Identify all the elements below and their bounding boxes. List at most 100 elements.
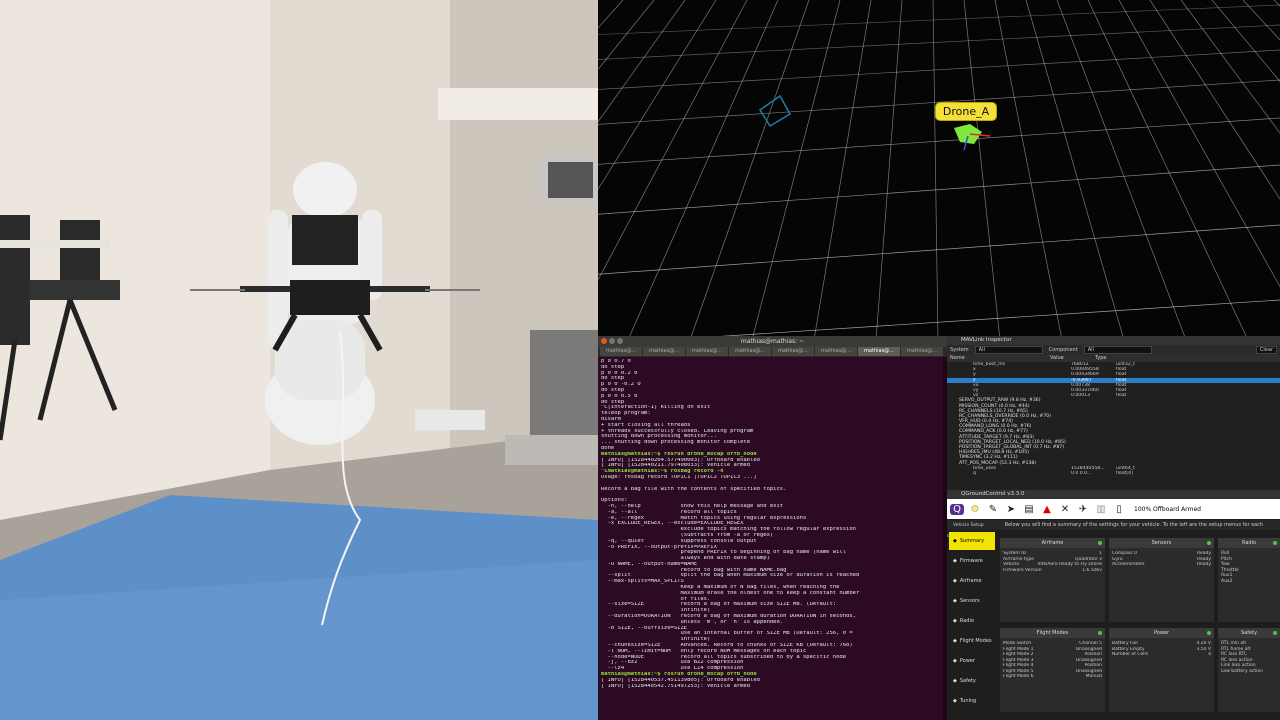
drone-label: Drone_A	[935, 102, 997, 121]
fly-icon[interactable]: ➤	[1004, 504, 1018, 515]
minimize-icon[interactable]	[609, 338, 615, 344]
status-ok-icon	[1098, 631, 1102, 635]
terminal-tab[interactable]: mathias@...	[901, 347, 943, 356]
close-icon[interactable]	[601, 338, 607, 344]
terminal-tab[interactable]: mathias@...	[772, 347, 814, 356]
terminal-window[interactable]: mathias@mathias: ~ mathias@... mathias@..…	[598, 336, 947, 720]
gears-icon[interactable]: ⚙	[968, 504, 982, 515]
firmware-icon: ◆	[953, 558, 957, 564]
analyze-icon[interactable]: ▤	[1022, 504, 1036, 515]
sidebar-item-airframe[interactable]: ◆ Airframe	[949, 572, 995, 590]
card-sensors[interactable]: Sensors Compass 0 Ready Gyro Ready Accelerome…	[1109, 538, 1214, 622]
card-row-value: 1.6.5dev	[1082, 567, 1102, 573]
lab-room-image	[0, 0, 598, 720]
inspector-bottom-fields: time_usec 1528440558... uint64_t q 0.0 0.0..…	[947, 466, 1280, 476]
field-type: float	[1116, 393, 1127, 399]
sensors-icon: ◆	[953, 598, 957, 604]
grid-line	[994, 0, 1063, 340]
terminal-tab[interactable]: mathias@...	[815, 347, 857, 356]
card-row-value: Manual	[1085, 674, 1102, 679]
sidebar-item-label: Safety	[959, 678, 976, 684]
qgc-logo-icon[interactable]: Q	[950, 503, 964, 515]
card-title: Radio	[1218, 538, 1280, 548]
sidebar-item-label: Tuning	[959, 698, 977, 704]
card-row-label: Aux2	[1221, 578, 1233, 584]
3d-visualization[interactable]	[598, 0, 1280, 340]
terminal-tab[interactable]: mathias@...	[729, 347, 771, 356]
warning-icon[interactable]: ▲	[1040, 504, 1054, 515]
mavlink-inspector[interactable]: MAVLink Inspector System All Component A…	[947, 336, 1280, 490]
grid-line	[875, 0, 903, 340]
component-label: Component	[1048, 347, 1078, 353]
card-row-value: 4	[1208, 652, 1211, 657]
camera-feed	[0, 0, 598, 720]
flight-modes-icon: ◆	[953, 638, 957, 644]
card-radio[interactable]: Radio Roll Pitch Yaw Throttle Aux1 Aux2	[1218, 538, 1280, 622]
card-power[interactable]: Power Battery Full 4.20 V Battery Empty 3.50…	[1109, 628, 1214, 712]
card-airframe[interactable]: Airframe System ID 1 Airframe type Quadrotor…	[1000, 538, 1105, 622]
sidebar-item-label: Power	[959, 658, 975, 664]
sidebar-item-summary[interactable]: ◆ Summary	[949, 532, 995, 550]
qgc-subheader: Vehicle Setup Below you will find a summ…	[947, 520, 1280, 539]
safety-icon: ◆	[953, 678, 957, 684]
card-title: Power	[1109, 628, 1214, 638]
sidebar-item-flight-modes[interactable]: ◆ Flight Modes	[949, 632, 995, 650]
card-title-text: Airframe	[1041, 540, 1064, 546]
card-title: Sensors	[1109, 538, 1214, 548]
grid-line	[1087, 0, 1249, 340]
signal-icon[interactable]: ▥	[1094, 504, 1108, 515]
battery-icon[interactable]: ▯	[1112, 504, 1126, 515]
sidebar-item-label: Summary	[959, 538, 985, 544]
card-row: Accelerometer Ready	[1109, 562, 1214, 568]
plan-icon[interactable]: ✎	[986, 504, 1000, 515]
power-icon: ◆	[953, 658, 957, 664]
qgc-toolbar: Q ⚙ ✎ ➤ ▤ ▲ ✕ ✈ ▥ ▯ 100% Offboard Armed	[947, 499, 1280, 519]
grid-line	[1118, 0, 1280, 288]
vehicle-status: 100% Offboard Armed	[1134, 505, 1201, 513]
inspector-title: MAVLink Inspector	[947, 336, 1280, 345]
sidebar-item-safety[interactable]: ◆ Safety	[949, 672, 995, 690]
grid-line	[689, 0, 810, 340]
card-title-text: Power	[1153, 630, 1170, 636]
system-select[interactable]: All	[974, 346, 1043, 354]
component-select[interactable]: All	[1083, 346, 1152, 354]
grid-line	[627, 0, 779, 340]
card-flight-modes[interactable]: Flight Modes Mode switch Channel 5 Flight M…	[1000, 628, 1105, 712]
sidebar-item-label: Flight Modes	[959, 638, 992, 644]
rc-icon[interactable]: ✈	[1076, 504, 1090, 515]
sidebar-item-firmware[interactable]: ◆ Firmware	[949, 552, 995, 570]
card-title-text: Flight Modes	[1036, 630, 1069, 636]
grid-floor	[598, 0, 1280, 340]
card-row: Number of Cells 4	[1109, 652, 1214, 658]
sidebar-item-power[interactable]: ◆ Power	[949, 652, 995, 670]
card-title: Safety	[1218, 628, 1280, 638]
card-safety[interactable]: Safety RTL min alt RTL home alt RC loss RTL…	[1218, 628, 1280, 712]
terminal-line: [ INFO] [1528440542.751497253]: Vehicle …	[601, 683, 751, 689]
sidebar-item-radio[interactable]: ◆ Radio	[949, 612, 995, 630]
card-row-label: Number of Cells	[1112, 652, 1149, 657]
grid-line	[598, 224, 1280, 275]
inspector-field-row[interactable]: q 0.0 0.0... float[4]	[947, 471, 1280, 476]
card-title-text: Sensors	[1151, 540, 1172, 546]
maximize-icon[interactable]	[617, 338, 623, 344]
sidebar-item-tuning[interactable]: ◆ Tuning	[949, 692, 995, 710]
terminal-tab[interactable]: mathias@...	[600, 347, 642, 356]
grid-line	[1025, 0, 1125, 340]
status-ok-icon	[1273, 541, 1277, 545]
clear-button[interactable]: Clear	[1255, 346, 1277, 354]
terminal-output[interactable]: p 0 0.7 0 do step p 0 0 0.2 0 do step p 0 0 …	[598, 357, 947, 691]
terminal-tab[interactable]: mathias@...	[686, 347, 728, 356]
card-row: Flight Mode 6 Manual	[1000, 674, 1105, 680]
status-ok-icon	[1098, 541, 1102, 545]
status-ok-icon	[1207, 631, 1211, 635]
col-type: Type	[1095, 355, 1107, 361]
gps-off-icon[interactable]: ✕	[1058, 504, 1072, 515]
terminal-tab[interactable]: mathias@...	[643, 347, 685, 356]
sidebar-item-sensors[interactable]: ◆ Sensors	[949, 592, 995, 610]
qgroundcontrol-window[interactable]: QGroundControl v3.3.0 Q ⚙ ✎ ➤ ▤ ▲ ✕ ✈ ▥ …	[947, 490, 1280, 720]
terminal-title: mathias@mathias: ~	[740, 338, 805, 345]
grid-line	[598, 0, 624, 29]
grid-line	[598, 117, 1280, 165]
terminal-tab[interactable]: mathias@...	[858, 347, 900, 356]
col-value: Value	[1050, 355, 1064, 361]
